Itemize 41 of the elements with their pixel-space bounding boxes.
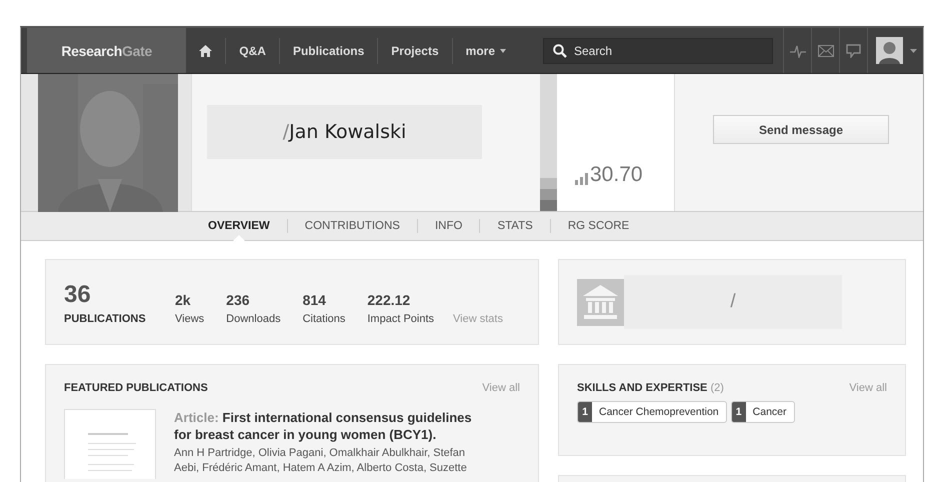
nav-link[interactable]: Projects [378, 38, 453, 64]
stat-value: 2k [175, 292, 192, 308]
home-icon [199, 44, 212, 56]
caret-icon [500, 48, 506, 52]
stat-label: Citations [302, 313, 346, 325]
envelope-icon [818, 44, 834, 56]
slash-mark: / [282, 121, 290, 143]
profile-name: Jan Kowalski [289, 121, 406, 143]
stat-value: 36 [64, 282, 92, 308]
profile-tab[interactable]: OVERVIEW [191, 212, 287, 240]
section-title: FEATURED PUBLICATIONS [64, 382, 208, 394]
stat-value: 236 [226, 292, 251, 308]
pulse-icon [790, 44, 806, 58]
search-icon [553, 44, 567, 58]
author-list: Ann H Partridge, Olivia Pagani, Omalkhair Abulkhair, Stefan Aebi, Frédéric Amant, Hatem A Azim, Alberto Costa, Suzette [174, 446, 474, 476]
slash-mark: / [730, 291, 736, 313]
avatar-icon [876, 37, 903, 64]
nav-link[interactable]: Publications [280, 38, 378, 64]
search-field[interactable]: Search [543, 38, 773, 64]
stat-label: Downloads [226, 313, 281, 325]
publication-title[interactable]: Article: First international consensus guidelines for breast cancer in young women (BCY1). [174, 409, 474, 443]
caret-icon [910, 48, 917, 52]
stat-value: 814 [302, 292, 327, 308]
profile-tab[interactable]: CONTRIBUTIONS [288, 212, 417, 240]
speech-bubble-icon [846, 44, 861, 58]
section-title: SKILLS AND EXPERTISE (2) [577, 382, 724, 394]
logo[interactable]: ResearchGate [27, 28, 186, 73]
stat-label: Impact Points [367, 313, 434, 325]
profile-tab[interactable]: STATS [480, 212, 550, 240]
stat-label: Views [175, 313, 204, 325]
profile-tab[interactable]: RG SCORE [550, 212, 646, 240]
profile-tab[interactable]: INFO [418, 212, 480, 240]
skill-tag[interactable]: 1 Cancer Chemoprevention [577, 401, 727, 423]
bar-chart-icon [575, 173, 588, 185]
nav-link[interactable]: Q&A [226, 38, 280, 64]
rg-score: 30.70 [590, 164, 643, 185]
send-message-button[interactable]: Send message [713, 115, 889, 144]
skill-tag[interactable]: 1 Cancer [730, 401, 795, 423]
more-menu[interactable]: more [452, 38, 519, 64]
stat-value: 222.12 [367, 292, 412, 308]
stat-label: PUBLICATIONS [64, 313, 147, 325]
